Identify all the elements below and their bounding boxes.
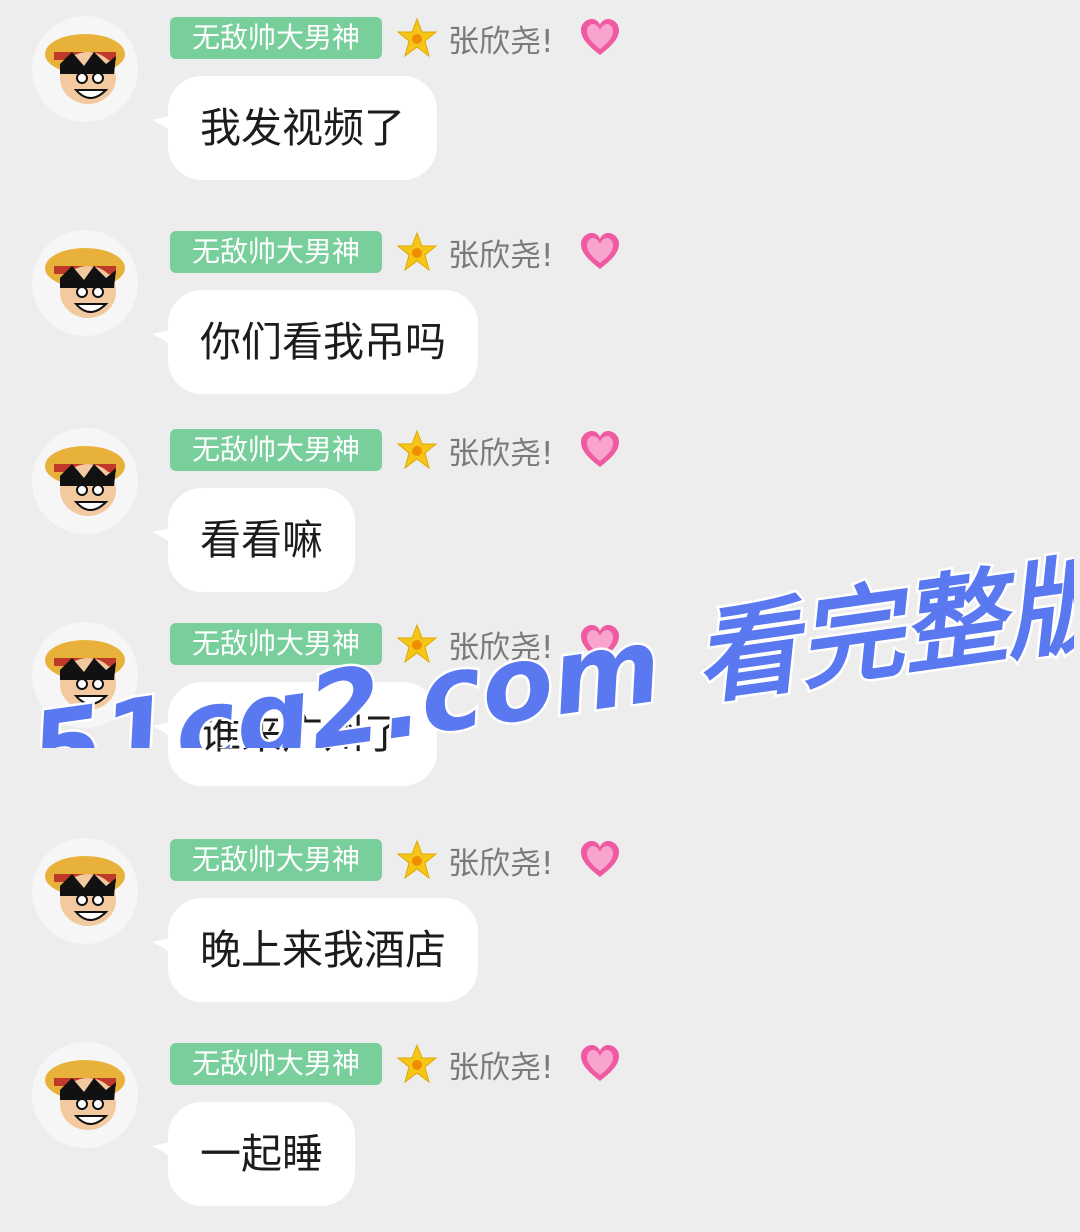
sender-badge: 无敌帅大男神 bbox=[170, 231, 383, 273]
heart-icon bbox=[581, 1045, 620, 1081]
message-meta: 无敌帅大男神 张欣尧! bbox=[170, 428, 621, 472]
avatar[interactable] bbox=[32, 230, 138, 336]
message-row: 无敌帅大男神 张欣尧! 我发视频了 bbox=[0, 16, 1080, 206]
avatar[interactable] bbox=[32, 622, 138, 728]
avatar[interactable] bbox=[32, 16, 138, 122]
sender-badge: 无敌帅大男神 bbox=[170, 1043, 383, 1085]
message-meta: 无敌帅大男神 张欣尧! bbox=[170, 1042, 621, 1086]
avatar[interactable] bbox=[32, 1042, 138, 1148]
message-row: 无敌帅大男神 张欣尧! 一起睡 bbox=[0, 1042, 1080, 1232]
message-bubble[interactable]: 一起睡 bbox=[168, 1102, 355, 1206]
message-bubble[interactable]: 我发视频了 bbox=[168, 76, 437, 180]
avatar[interactable] bbox=[32, 428, 138, 534]
message-meta: 无敌帅大男神 张欣尧! bbox=[170, 230, 621, 274]
heart-icon bbox=[581, 431, 620, 467]
star-icon bbox=[396, 1043, 438, 1084]
message-bubble[interactable]: 你们看我吊吗 bbox=[168, 290, 478, 394]
heart-icon bbox=[581, 233, 620, 269]
message-row: 无敌帅大男神 张欣尧! 你们看我吊吗 bbox=[0, 230, 1080, 420]
sender-badge: 无敌帅大男神 bbox=[170, 429, 383, 471]
sender-badge: 无敌帅大男神 bbox=[170, 839, 383, 881]
star-icon bbox=[396, 839, 438, 880]
avatar-icon bbox=[45, 446, 125, 516]
star-icon bbox=[396, 623, 438, 664]
star-icon bbox=[396, 17, 438, 58]
message-meta: 无敌帅大男神 张欣尧! bbox=[170, 622, 621, 666]
heart-icon bbox=[581, 19, 620, 55]
message-meta: 无敌帅大男神 张欣尧! bbox=[170, 16, 621, 60]
message-row: 无敌帅大男神 张欣尧! 谁来广州了 bbox=[0, 622, 1080, 812]
sender-name[interactable]: 张欣尧! bbox=[448, 838, 553, 883]
sender-badge: 无敌帅大男神 bbox=[170, 17, 383, 59]
star-icon bbox=[396, 429, 438, 470]
sender-name[interactable]: 张欣尧! bbox=[448, 16, 553, 61]
avatar-icon bbox=[45, 248, 125, 318]
sender-name[interactable]: 张欣尧! bbox=[448, 428, 553, 473]
heart-icon bbox=[581, 841, 620, 877]
message-bubble[interactable]: 谁来广州了 bbox=[168, 682, 437, 786]
avatar-icon bbox=[45, 34, 125, 104]
sender-name[interactable]: 张欣尧! bbox=[448, 1042, 553, 1087]
message-meta: 无敌帅大男神 张欣尧! bbox=[170, 838, 621, 882]
star-icon bbox=[396, 231, 438, 272]
message-bubble[interactable]: 晚上来我酒店 bbox=[168, 898, 478, 1002]
avatar-icon bbox=[45, 1060, 125, 1130]
sender-name[interactable]: 张欣尧! bbox=[448, 622, 553, 667]
message-bubble[interactable]: 看看嘛 bbox=[168, 488, 355, 592]
sender-badge: 无敌帅大男神 bbox=[170, 623, 383, 665]
message-row: 无敌帅大男神 张欣尧! 晚上来我酒店 bbox=[0, 838, 1080, 1028]
heart-icon bbox=[581, 625, 620, 661]
sender-name[interactable]: 张欣尧! bbox=[448, 230, 553, 275]
message-row: 无敌帅大男神 张欣尧! 看看嘛 bbox=[0, 428, 1080, 618]
avatar-icon bbox=[45, 856, 125, 926]
avatar-icon bbox=[45, 640, 125, 710]
chat-window: 无敌帅大男神 张欣尧! 我发视频了 无敌帅大男神 张欣尧! 你们看我吊吗 无敌帅… bbox=[0, 0, 1080, 1226]
avatar[interactable] bbox=[32, 838, 138, 944]
